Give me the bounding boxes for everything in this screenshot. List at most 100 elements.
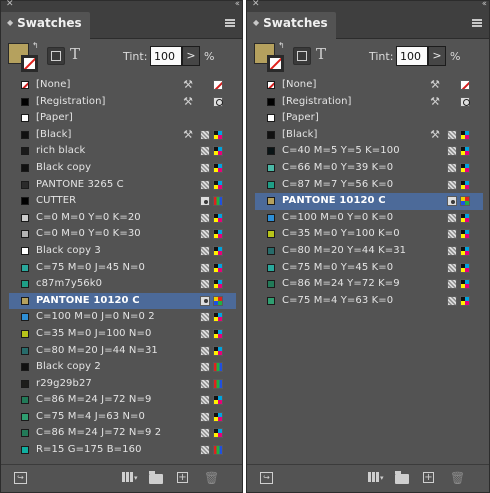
swatch-name: [Paper] — [36, 112, 73, 124]
swatch-row[interactable]: C=86 M=24 Y=72 K=9 — [255, 276, 483, 293]
formatting-affects-container-button[interactable] — [293, 47, 311, 65]
fill-stroke-toggle[interactable]: ↰ — [8, 41, 40, 73]
swatch-row[interactable]: C=66 M=0 Y=39 K=0 — [255, 160, 483, 177]
process-icon — [447, 229, 457, 240]
swatch-row[interactable]: R=15 G=175 B=160 — [9, 442, 236, 459]
swatch-color-chip — [21, 346, 29, 355]
swatch-row[interactable]: C=86 M=24 J=72 N=9 2 — [9, 425, 236, 442]
new-color-group-icon[interactable] — [149, 471, 163, 484]
swatch-color-chip — [21, 246, 29, 255]
swatch-row[interactable]: CUTTER — [9, 193, 236, 210]
tint-input[interactable]: 100 — [150, 46, 182, 66]
swatch-row[interactable]: C=100 M=0 J=0 N=0 2 — [9, 309, 236, 326]
cmyk-icon — [213, 279, 223, 290]
swatch-row[interactable]: C=0 M=0 Y=0 K=30 — [9, 226, 236, 243]
formatting-affects-text-button[interactable]: T — [316, 45, 326, 63]
cmyk-icon — [460, 212, 470, 223]
tint-slider-button[interactable]: > — [182, 46, 200, 66]
swatch-row[interactable]: [Registration] ⚒ — [9, 94, 236, 111]
swatch-color-chip — [267, 147, 275, 156]
swatch-name: PANTONE 3265 C — [36, 178, 124, 190]
panel-menu-icon[interactable] — [472, 19, 482, 27]
process-icon — [447, 279, 457, 290]
collapse-icon[interactable]: ‹‹ — [235, 0, 240, 9]
swatch-row[interactable]: [None] ⚒ — [9, 77, 236, 94]
swatch-row[interactable]: rich black — [9, 143, 236, 160]
swatch-row[interactable]: c87m7y56k0 — [9, 276, 236, 293]
formatting-affects-text-button[interactable]: T — [70, 45, 80, 63]
close-icon[interactable]: ✕ — [252, 0, 260, 9]
swap-fill-stroke-icon[interactable]: ↰ — [32, 41, 39, 50]
swatch-name: R=15 G=175 B=160 — [36, 444, 142, 456]
swatch-row[interactable]: [Paper] — [255, 110, 483, 127]
tab-swatches[interactable]: ◆ Swatches — [1, 12, 90, 39]
delete-swatch-icon[interactable]: 🗑 — [450, 472, 465, 484]
swatch-row[interactable]: C=40 M=5 Y=5 K=100 — [255, 143, 483, 160]
delete-swatch-icon[interactable]: 🗑 — [204, 472, 219, 484]
swatch-row[interactable]: C=80 M=20 Y=44 K=31 — [255, 243, 483, 260]
process-icon — [200, 229, 210, 240]
swatch-color-chip — [267, 263, 275, 272]
swatch-row[interactable]: PANTONE 10120 C — [255, 193, 483, 210]
swatch-row[interactable]: C=100 M=0 Y=0 K=0 — [255, 210, 483, 227]
swatch-row[interactable]: C=87 M=7 Y=56 K=0 — [255, 177, 483, 194]
swatch-row[interactable]: C=0 M=0 Y=0 K=20 — [9, 210, 236, 227]
panel-footer: ↪ + 🗑 — [247, 464, 489, 492]
swatch-row[interactable]: C=75 M=0 J=45 N=0 — [9, 260, 236, 277]
place-swatch-icon[interactable]: ↪ — [14, 472, 27, 484]
swatch-color-chip — [267, 246, 275, 255]
show-swatch-views-icon[interactable] — [368, 472, 384, 484]
stroke-swatch[interactable] — [21, 55, 38, 72]
tab-swatches[interactable]: ◆ Swatches — [247, 12, 336, 39]
panel-menu-icon[interactable] — [225, 19, 235, 27]
swatch-name: [Paper] — [282, 112, 319, 124]
swatch-color-chip — [267, 197, 275, 206]
tint-input[interactable]: 100 — [396, 46, 428, 66]
swatch-row[interactable]: Black copy — [9, 160, 236, 177]
swatch-row[interactable]: [Paper] — [9, 110, 236, 127]
swatch-row[interactable]: C=35 M=0 J=100 N=0 — [9, 326, 236, 343]
formatting-affects-container-button[interactable] — [47, 47, 65, 65]
swatch-row[interactable]: [Black] ⚒ — [9, 127, 236, 144]
swatch-color-chip — [21, 97, 29, 106]
swatch-row[interactable]: [Black] ⚒ — [255, 127, 483, 144]
swatch-row[interactable]: C=86 M=24 J=72 N=9 — [9, 392, 236, 409]
tint-slider-button[interactable]: > — [428, 46, 446, 66]
new-swatch-icon[interactable]: + — [177, 472, 188, 483]
swatch-name: C=75 M=0 Y=45 K=0 — [282, 261, 394, 273]
place-swatch-icon[interactable]: ↪ — [260, 472, 273, 484]
swatch-color-chip — [21, 230, 29, 239]
swap-fill-stroke-icon[interactable]: ↰ — [278, 41, 285, 50]
swatch-row[interactable]: C=75 M=4 J=63 N=0 — [9, 409, 236, 426]
swatch-color-chip — [21, 81, 29, 89]
swatch-row[interactable]: Black copy 2 — [9, 359, 236, 376]
new-swatch-icon[interactable]: + — [423, 472, 434, 483]
swatch-name: C=86 M=24 J=72 N=9 — [36, 394, 152, 406]
container-icon — [297, 51, 307, 61]
swatch-row[interactable]: C=75 M=0 Y=45 K=0 — [255, 260, 483, 277]
collapse-icon[interactable]: ‹‹ — [482, 0, 487, 9]
cmyk-icon — [460, 279, 470, 290]
process-icon — [200, 146, 210, 157]
swatch-row[interactable]: [Registration] ⚒ — [255, 94, 483, 111]
swatch-name: [Registration] — [36, 95, 106, 107]
stroke-swatch[interactable] — [267, 55, 284, 72]
swatch-row[interactable]: r29g29b27 — [9, 376, 236, 393]
process-icon — [447, 262, 457, 273]
swatch-row[interactable]: PANTONE 3265 C — [9, 177, 236, 194]
process-icon — [447, 179, 457, 190]
swatch-row[interactable]: PANTONE 10120 C — [9, 292, 236, 310]
close-icon[interactable]: ✕ — [6, 0, 14, 9]
show-swatch-views-icon[interactable] — [122, 472, 138, 484]
fill-stroke-toggle[interactable]: ↰ — [254, 41, 286, 73]
swatch-row[interactable]: C=80 M=20 J=44 N=31 — [9, 343, 236, 360]
swatch-row[interactable]: C=75 M=4 Y=63 K=0 — [255, 293, 483, 310]
process-icon — [200, 362, 210, 373]
swatch-name: C=86 M=24 J=72 N=9 2 — [36, 427, 162, 439]
swatch-row[interactable]: C=35 M=0 Y=100 K=0 — [255, 226, 483, 243]
new-color-group-icon[interactable] — [395, 471, 409, 484]
swatches-panel-right: ✕ ‹‹ ◆ Swatches ↰ T Tint: 100 > % [None] ⚒… — [246, 0, 490, 493]
swatch-row[interactable]: Black copy 3 — [9, 243, 236, 260]
spot-icon — [200, 295, 210, 306]
swatch-row[interactable]: [None] ⚒ — [255, 77, 483, 94]
